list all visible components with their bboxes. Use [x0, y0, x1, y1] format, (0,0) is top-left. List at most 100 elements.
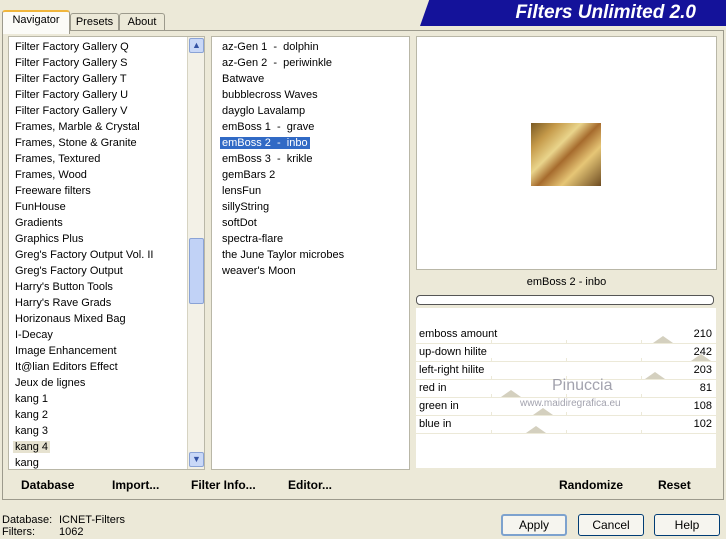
category-item-label: Jeux de lignes [15, 377, 86, 389]
category-item[interactable]: It@lian Editors Effect [13, 359, 120, 375]
slider-label: left-right hilite [419, 364, 485, 376]
category-item[interactable]: Filter Factory Gallery S [13, 55, 129, 71]
filter-item[interactable]: dayglo Lavalamp [220, 103, 307, 119]
slider-row[interactable]: emboss amount 210 [416, 326, 716, 344]
category-item[interactable]: kang 2 [13, 407, 50, 423]
slider-row[interactable]: blue in 102 [416, 416, 716, 434]
randomize-button[interactable]: Randomize [559, 478, 623, 492]
cancel-button[interactable]: Cancel [578, 514, 644, 536]
filter-item-label: dayglo Lavalamp [222, 105, 306, 117]
category-item[interactable]: Horizonaus Mixed Bag [13, 311, 128, 327]
category-item[interactable]: Graphics Plus [13, 231, 85, 247]
slider-label: emboss amount [419, 328, 498, 340]
category-scrollbar[interactable]: ▲ ▼ [187, 37, 204, 469]
filter-item[interactable]: emBoss 3 - krikle [220, 151, 314, 167]
filter-item[interactable]: the June Taylor microbes [220, 247, 346, 263]
category-item[interactable]: Harry's Button Tools [13, 279, 115, 295]
help-button[interactable]: Help [654, 514, 720, 536]
slider-tick [641, 358, 642, 361]
category-item-label: Image Enhancement [15, 345, 117, 357]
slider-tick [566, 358, 567, 361]
slider-tick [491, 430, 492, 433]
category-item[interactable]: Frames, Wood [13, 167, 89, 183]
category-item[interactable]: Frames, Stone & Granite [13, 135, 139, 151]
category-item-label: Frames, Stone & Granite [15, 137, 137, 149]
slider-marker[interactable] [533, 408, 554, 415]
slider-tick [566, 340, 567, 343]
category-item-label: kang 2 [15, 409, 49, 421]
category-item[interactable]: kang [13, 455, 41, 469]
scroll-thumb[interactable] [189, 238, 204, 304]
filter-item[interactable]: Batwave [220, 71, 266, 87]
apply-button[interactable]: Apply [501, 514, 567, 536]
reset-button[interactable]: Reset [658, 478, 691, 492]
category-item[interactable]: kang 1 [13, 391, 50, 407]
category-item[interactable]: I-Decay [13, 327, 55, 343]
filter-item[interactable]: emBoss 2 - inbo [220, 135, 310, 151]
status-database-label: Database: [2, 514, 53, 526]
category-item[interactable]: kang 3 [13, 423, 50, 439]
slider-marker[interactable] [501, 390, 522, 397]
filter-item[interactable]: gemBars 2 [220, 167, 277, 183]
category-item[interactable]: Jeux de lignes [13, 375, 87, 391]
filter-item[interactable]: sillyString [220, 199, 271, 215]
category-item[interactable]: Filter Factory Gallery Q [13, 39, 131, 55]
watermark-name: Pinuccia [552, 377, 613, 394]
filter-item-label: emBoss 2 - inbo [220, 137, 310, 149]
slider-marker[interactable] [526, 426, 546, 433]
category-item[interactable]: Harry's Rave Grads [13, 295, 113, 311]
category-item[interactable]: Gradients [13, 215, 65, 231]
tab-navigator[interactable]: Navigator [2, 10, 70, 34]
filter-item[interactable]: weaver's Moon [220, 263, 298, 279]
filter-item[interactable]: az-Gen 1 - dolphin [220, 39, 321, 55]
filter-item-label: az-Gen 1 - dolphin [222, 41, 319, 53]
category-item-label: Frames, Wood [15, 169, 87, 181]
filter-info-button[interactable]: Filter Info... [191, 478, 256, 492]
scroll-up-icon[interactable]: ▲ [189, 38, 204, 53]
editor-button[interactable]: Editor... [288, 478, 332, 492]
filter-item-label: spectra-flare [222, 233, 284, 245]
category-item[interactable]: Greg's Factory Output [13, 263, 125, 279]
category-item-label: It@lian Editors Effect [15, 361, 118, 373]
filter-item[interactable]: az-Gen 2 - periwinkle [220, 55, 334, 71]
category-item[interactable]: FunHouse [13, 199, 68, 215]
status-database-value: ICNET-Filters [59, 514, 125, 526]
filter-item[interactable]: spectra-flare [220, 231, 285, 247]
category-item[interactable]: Filter Factory Gallery U [13, 87, 130, 103]
category-item[interactable]: Freeware filters [13, 183, 93, 199]
scroll-down-icon[interactable]: ▼ [189, 452, 204, 467]
category-item[interactable]: Greg's Factory Output Vol. II [13, 247, 155, 263]
slider-row[interactable]: up-down hilite 242 [416, 344, 716, 362]
category-item[interactable]: Image Enhancement [13, 343, 119, 359]
slider-tick [491, 376, 492, 379]
category-item[interactable]: Frames, Textured [13, 151, 102, 167]
category-item[interactable]: kang 4 [13, 439, 51, 455]
slider-marker[interactable] [644, 372, 665, 379]
filter-item-label: weaver's Moon [222, 265, 296, 277]
category-list[interactable]: Filter Factory Gallery Q Filter Factory G… [8, 36, 205, 470]
filter-item[interactable]: lensFun [220, 183, 263, 199]
category-item[interactable]: Frames, Marble & Crystal [13, 119, 142, 135]
filter-list[interactable]: az-Gen 1 - dolphin az-Gen 2 - periwinkle B… [211, 36, 410, 470]
slider-label: green in [419, 400, 459, 412]
category-item-label: Harry's Rave Grads [15, 297, 112, 309]
filter-item-label: az-Gen 2 - periwinkle [222, 57, 333, 69]
import-button[interactable]: Import... [112, 478, 159, 492]
filter-item[interactable]: emBoss 1 - grave [220, 119, 316, 135]
filter-item[interactable]: bubblecross Waves [220, 87, 320, 103]
slider-value: 102 [693, 418, 712, 430]
slider-tick [566, 412, 567, 415]
filter-item-label: lensFun [222, 185, 262, 197]
category-item[interactable]: Filter Factory Gallery V [13, 103, 129, 119]
category-item-label: I-Decay [15, 329, 53, 341]
slider-value: 210 [693, 328, 712, 340]
slider-marker[interactable] [653, 336, 674, 343]
filter-item-label: gemBars 2 [222, 169, 276, 181]
filter-item[interactable]: softDot [220, 215, 259, 231]
preview-panel [416, 36, 717, 270]
database-button[interactable]: Database [21, 478, 74, 492]
category-item-label: Filter Factory Gallery S [15, 57, 128, 69]
category-item[interactable]: Filter Factory Gallery T [13, 71, 129, 87]
filter-item-label: emBoss 1 - grave [222, 121, 315, 133]
preview-image [531, 123, 601, 186]
